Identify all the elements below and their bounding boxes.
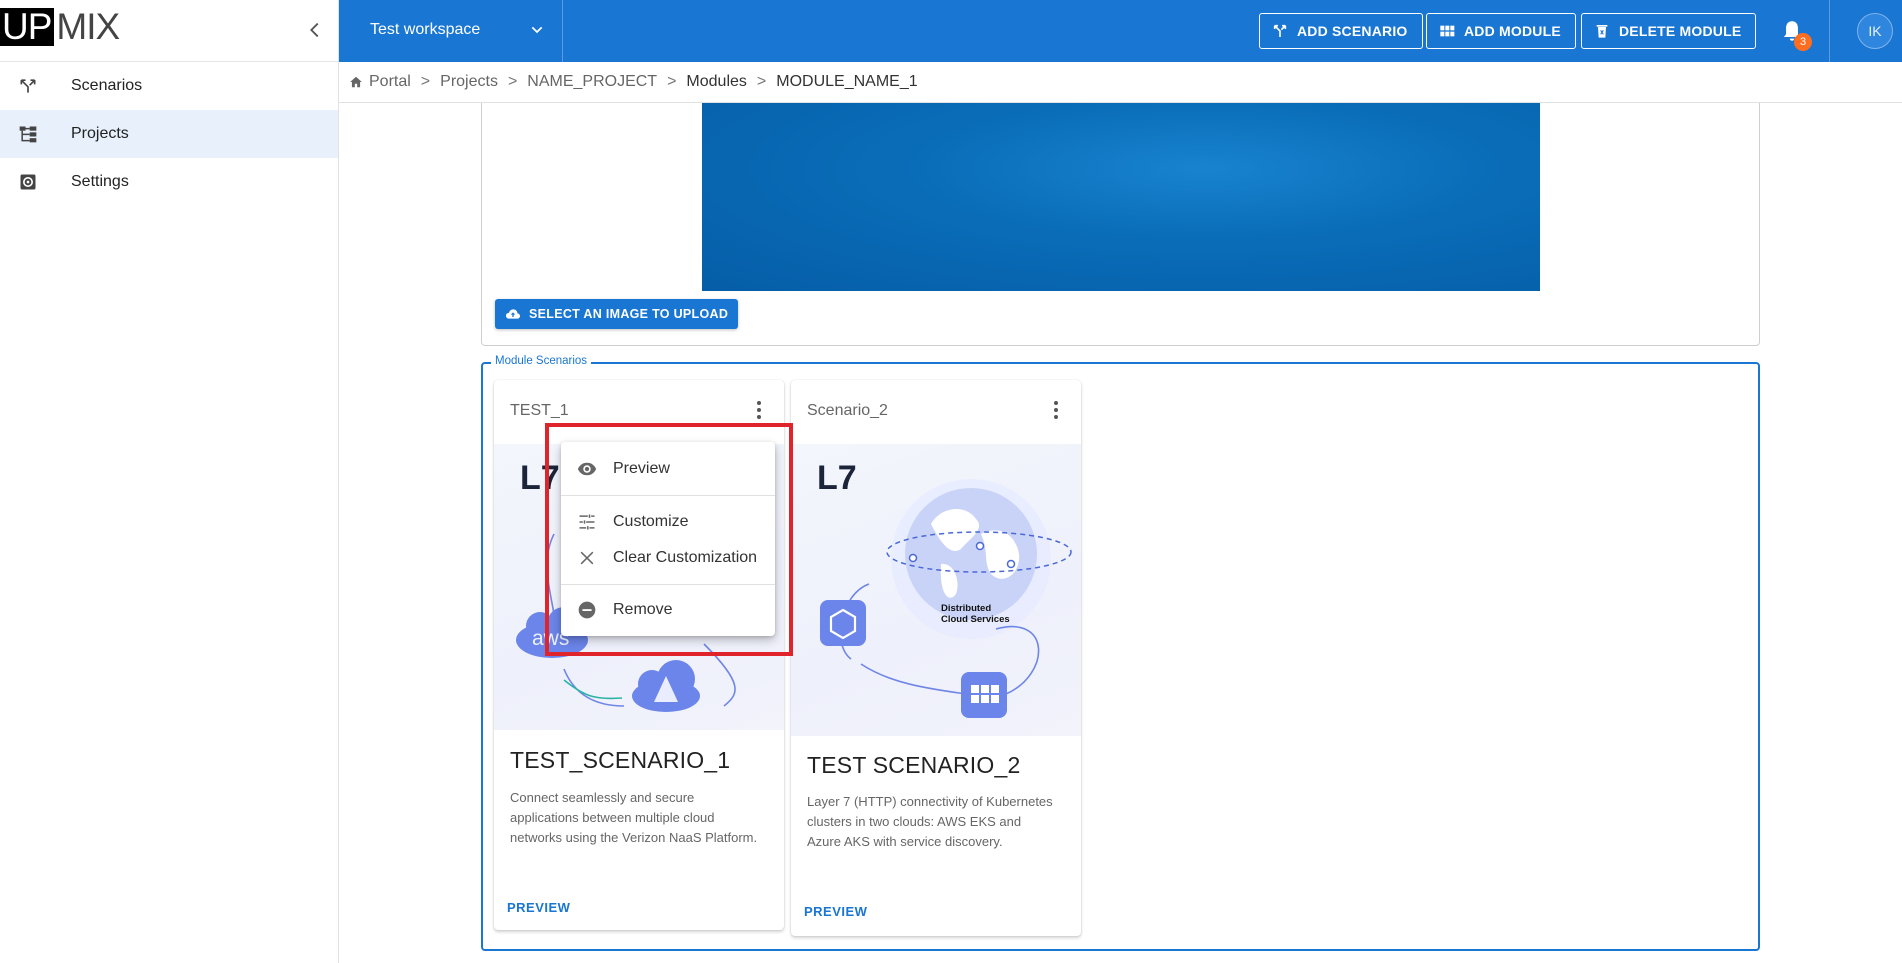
divider bbox=[1829, 0, 1830, 62]
breadcrumb-portal[interactable]: Portal bbox=[369, 73, 411, 91]
sidebar-nav: Scenarios Projects Settings bbox=[0, 62, 338, 206]
delete-icon bbox=[1596, 25, 1608, 38]
card-description: Connect seamlessly and secure applicatio… bbox=[510, 790, 758, 845]
breadcrumb-project-name[interactable]: NAME_PROJECT bbox=[527, 73, 657, 91]
upmix-logo[interactable]: UP MIX bbox=[0, 6, 120, 47]
home-icon bbox=[350, 76, 362, 88]
scenarios-icon bbox=[1273, 24, 1287, 37]
menu-item-remove[interactable]: Remove bbox=[561, 592, 775, 628]
sidebar-item-label: Scenarios bbox=[71, 77, 143, 94]
breadcrumb: Portal > Projects > NAME_PROJECT > Modul… bbox=[339, 62, 1902, 103]
add-module-button[interactable]: ADD MODULE bbox=[1426, 13, 1576, 49]
breadcrumb-separator: > bbox=[420, 73, 431, 90]
sidebar-item-projects[interactable]: Projects bbox=[0, 110, 338, 158]
sidebar-item-settings[interactable]: Settings bbox=[0, 158, 338, 206]
module-scenarios-legend: Module Scenarios bbox=[491, 355, 592, 367]
illustration-label: L7 bbox=[520, 459, 560, 497]
card-title: TEST SCENARIO_2 bbox=[807, 752, 1021, 778]
chevron-left-icon[interactable] bbox=[304, 19, 326, 41]
notification-badge: 3 bbox=[1794, 33, 1812, 51]
scenario-card-scenario-2: Scenario_2 L7 Distributed Cloud Services… bbox=[791, 380, 1081, 936]
distributed-cloud-illustration: L7 Distributed Cloud Services bbox=[817, 459, 1072, 718]
grid-icon bbox=[1440, 25, 1455, 37]
menu-item-label: Preview bbox=[613, 460, 670, 477]
sidebar-item-label: Projects bbox=[71, 125, 129, 142]
cloud-upload-icon bbox=[506, 309, 520, 319]
eye-icon bbox=[577, 462, 597, 476]
card-title: TEST_SCENARIO_1 bbox=[510, 747, 731, 773]
remove-circle-icon bbox=[578, 601, 596, 619]
menu-item-customize[interactable]: Customize bbox=[561, 504, 775, 540]
workspace-selector[interactable]: Test workspace bbox=[339, 0, 563, 62]
upload-button-label: SELECT AN IMAGE TO UPLOAD bbox=[529, 307, 729, 321]
card-header: Scenario_2 bbox=[807, 402, 888, 419]
breadcrumb-separator: > bbox=[667, 73, 677, 90]
workspace-name: Test workspace bbox=[370, 21, 481, 38]
card-preview-link[interactable]: PREVIEW bbox=[804, 904, 867, 919]
card-preview-link[interactable]: PREVIEW bbox=[507, 900, 570, 915]
card-header: TEST_1 bbox=[510, 402, 569, 419]
add-scenario-button[interactable]: ADD SCENARIO bbox=[1259, 13, 1423, 49]
menu-item-preview[interactable]: Preview bbox=[561, 451, 775, 487]
logo-up: UP bbox=[0, 8, 55, 46]
menu-item-label: Customize bbox=[613, 513, 689, 530]
breadcrumb-current-module: MODULE_NAME_1 bbox=[776, 73, 918, 90]
card-context-menu: Preview Customize Clear Customization Re… bbox=[561, 442, 775, 636]
illustration-caption-line1: Distributed bbox=[941, 603, 991, 614]
illustration-label: L7 bbox=[817, 459, 857, 497]
close-icon bbox=[580, 551, 594, 565]
breadcrumb-projects[interactable]: Projects bbox=[440, 73, 498, 91]
avatar[interactable]: IK bbox=[1857, 13, 1893, 49]
card-illustration: L7 Distributed Cloud Services bbox=[791, 444, 1081, 736]
more-vert-icon[interactable] bbox=[747, 398, 771, 422]
delete-module-label: DELETE MODULE bbox=[1619, 23, 1742, 39]
tune-icon bbox=[579, 514, 595, 530]
menu-item-label: Remove bbox=[613, 601, 673, 618]
sidebar: UP MIX Scenarios Projects Settings bbox=[0, 0, 339, 963]
scenarios-icon bbox=[20, 79, 36, 93]
settings-icon bbox=[20, 174, 36, 190]
module-image-panel: SELECT AN IMAGE TO UPLOAD bbox=[481, 103, 1760, 346]
select-image-upload-button[interactable]: SELECT AN IMAGE TO UPLOAD bbox=[495, 299, 739, 329]
top-bar: Test workspace ADD SCENARIO ADD MODULE D… bbox=[339, 0, 1902, 62]
menu-divider bbox=[561, 584, 775, 585]
logo-bar: UP MIX bbox=[0, 0, 338, 62]
breadcrumb-separator: > bbox=[756, 73, 767, 90]
menu-item-clear-customization[interactable]: Clear Customization bbox=[561, 540, 775, 576]
illustration-caption-line2: Cloud Services bbox=[941, 614, 1010, 625]
logo-mix: MIX bbox=[56, 6, 120, 47]
delete-module-button[interactable]: DELETE MODULE bbox=[1581, 13, 1757, 49]
module-banner-image bbox=[702, 103, 1540, 291]
add-module-label: ADD MODULE bbox=[1464, 23, 1561, 39]
card-description: Layer 7 (HTTP) connectivity of Kubernete… bbox=[807, 794, 1053, 849]
sidebar-item-scenarios[interactable]: Scenarios bbox=[0, 62, 338, 110]
breadcrumb-modules[interactable]: Modules bbox=[686, 73, 746, 91]
sidebar-item-label: Settings bbox=[71, 173, 129, 190]
more-vert-icon[interactable] bbox=[1044, 398, 1068, 422]
chevron-down-icon bbox=[531, 26, 543, 34]
menu-divider bbox=[561, 495, 775, 496]
projects-icon bbox=[19, 126, 37, 143]
breadcrumb-separator: > bbox=[507, 73, 518, 90]
add-scenario-label: ADD SCENARIO bbox=[1297, 23, 1408, 39]
menu-item-label: Clear Customization bbox=[613, 549, 758, 566]
